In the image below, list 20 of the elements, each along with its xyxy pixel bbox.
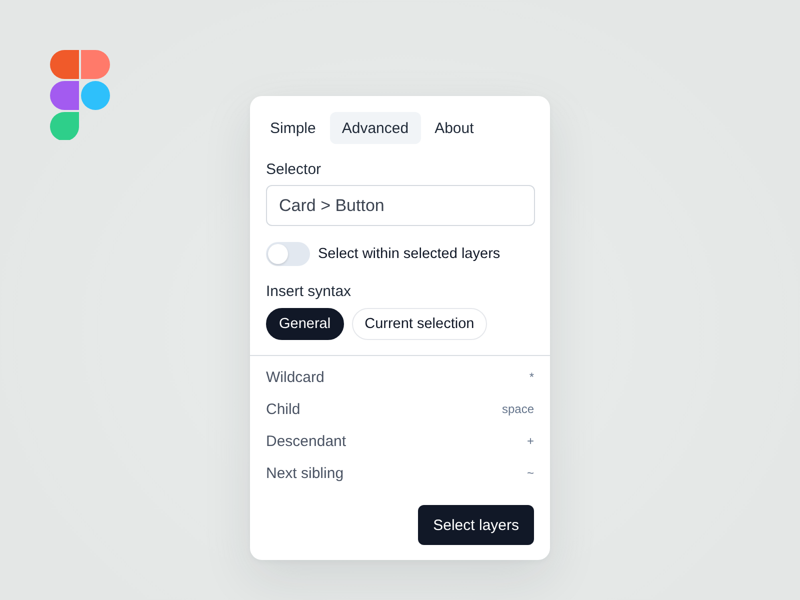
syntax-label[interactable]: Next sibling <box>266 464 344 482</box>
select-layers-button[interactable]: Select layers <box>418 505 534 545</box>
mode-pill[interactable]: Current selection <box>352 308 488 340</box>
shortcut-hint: + <box>526 434 534 448</box>
toggle-switch[interactable] <box>266 242 310 266</box>
mode-pill[interactable]: General <box>266 308 344 340</box>
shortcut-hint: ~ <box>526 466 534 480</box>
tab[interactable]: Simple <box>258 112 328 144</box>
shortcut-hint: space <box>502 402 534 416</box>
selector-input[interactable]: Card > Button <box>266 185 535 226</box>
syntax-label[interactable]: Descendant <box>266 432 346 450</box>
tab[interactable]: About <box>422 112 486 144</box>
field-label: Selector <box>266 160 322 180</box>
logo-icon <box>50 50 110 140</box>
syntax-label[interactable]: Child <box>266 400 300 418</box>
shortcut-hint: * <box>529 370 534 384</box>
toggle-label: Select within selected layers <box>318 246 500 262</box>
syntax-label[interactable]: Wildcard <box>266 368 324 386</box>
tab[interactable]: Advanced <box>330 112 421 144</box>
section-label: Insert syntax <box>266 282 352 302</box>
